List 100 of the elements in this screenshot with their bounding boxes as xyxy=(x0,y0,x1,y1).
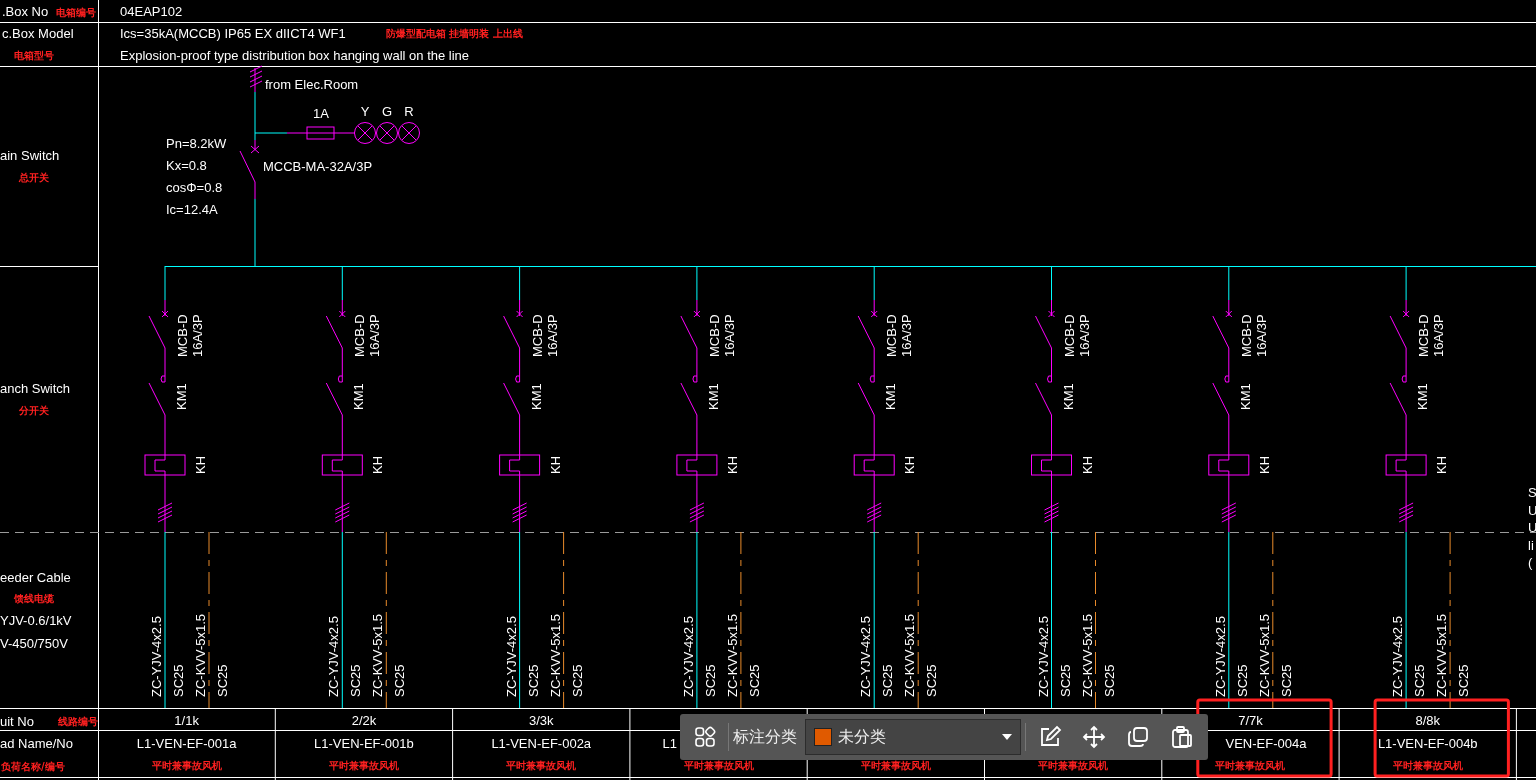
conduit-spec: SC25 xyxy=(525,664,541,697)
box-model-spec: Ics=35kA(MCCB) IP65 EX dIICT4 WF1 xyxy=(120,26,346,41)
load-name: 平时兼事故风机 xyxy=(1392,760,1463,771)
circuit-number: 7/7k xyxy=(1238,713,1263,728)
wire-line xyxy=(1228,265,1230,301)
wire-line xyxy=(1405,265,1407,301)
wire-line xyxy=(873,265,875,301)
breaker-rating: 16A/3P xyxy=(1253,314,1269,357)
cable-spec: ZC-KVV-5x1.5 xyxy=(902,613,918,697)
cable-spec: ZC-KVV-5x1.5 xyxy=(1256,613,1272,697)
cable-mark-symbol xyxy=(1221,474,1237,533)
cable-mark-symbol xyxy=(1398,474,1414,533)
relay-label: KH xyxy=(1079,455,1095,474)
load-number: L1-VEN-EF-004b xyxy=(1377,736,1478,751)
cable-spec: ZC-KVV-5x1.5 xyxy=(724,613,740,697)
note-text: U xyxy=(1528,502,1536,518)
contactor-label: KM1 xyxy=(174,383,189,410)
load-number: VEN-EF-004a xyxy=(1225,736,1307,751)
row-label: ad Name/No xyxy=(0,736,73,751)
cable-spec: ZC-YJV-4x2.5 xyxy=(1390,616,1406,697)
row-label: anch Switch xyxy=(0,381,71,396)
dropdown-value: 未分类 xyxy=(837,726,887,748)
row-label: uit No xyxy=(0,714,34,729)
conduit-spec: SC25 xyxy=(702,664,718,697)
breaker-type: MCB-D xyxy=(529,314,545,357)
load-name: 平时兼事故风机 xyxy=(1038,760,1109,771)
breaker-model: MCCB-MA-32A/3P xyxy=(263,159,373,174)
contactor-label: KM1 xyxy=(1237,383,1253,410)
contactor-label: KM1 xyxy=(528,383,544,410)
fuse-rating: 1A xyxy=(313,106,329,121)
conduit-spec: SC25 xyxy=(1456,664,1472,697)
relay-label: KH xyxy=(1434,455,1450,474)
contactor-label: KM1 xyxy=(883,383,899,410)
conduit-spec: SC25 xyxy=(215,664,230,697)
row-label: eeder Cable xyxy=(0,570,71,585)
cable-spec: ZC-YJV-4x2.5 xyxy=(680,616,696,697)
contactor-label: KM1 xyxy=(1415,383,1431,410)
breaker-type: MCB-D xyxy=(175,314,190,357)
parameter-text: Ic=12.4A xyxy=(166,202,218,217)
conduit-spec: SC25 xyxy=(171,664,186,697)
load-name: 平时兼事故风机 xyxy=(506,760,577,771)
box-model-description: Explosion-proof type distribution box hanging wall on the line xyxy=(120,48,470,63)
relay-label: KH xyxy=(724,455,740,474)
breaker-type: MCB-D xyxy=(706,314,722,357)
load-number: L1-VEN-EF-001a xyxy=(136,736,237,751)
conduit-spec: SC25 xyxy=(569,664,585,697)
conduit-spec: SC25 xyxy=(1101,664,1117,697)
source-label: from Elec.Room xyxy=(265,77,359,92)
conduit-spec: SC25 xyxy=(880,664,896,697)
cable-spec: ZC-YJV-4x2.5 xyxy=(326,616,342,697)
load-number: L1 xyxy=(662,736,677,751)
circuit-number: 8/8k xyxy=(1415,713,1441,728)
cable-spec: YJV-0.6/1kV xyxy=(0,613,72,628)
parameter-text: Kx=0.8 xyxy=(166,158,207,173)
breaker-rating: 16A/3P xyxy=(367,314,383,357)
circuit-number: 3/3k xyxy=(528,713,554,728)
cable-spec: ZC-YJV-4x2.5 xyxy=(1035,616,1051,697)
cable-mark-symbol xyxy=(1044,474,1059,533)
load-name: 平时兼事故风机 xyxy=(860,760,931,771)
conduit-spec: SC25 xyxy=(348,664,364,697)
row-label-chinese: 馈线电缆 xyxy=(14,593,54,604)
wire-line xyxy=(519,265,521,301)
load-number: L1-VEN-EF-002a xyxy=(491,736,592,751)
wire-line xyxy=(164,265,166,301)
breaker-rating: 16A/3P xyxy=(721,314,737,357)
note-text: ( xyxy=(1528,555,1533,570)
parameter-text: Pn=8.2kW xyxy=(166,136,227,151)
breaker-type: MCB-D xyxy=(352,314,368,357)
wire-line xyxy=(696,265,698,301)
cable-spec: ZC-KVV-5x1.5 xyxy=(1434,613,1450,697)
relay-label: KH xyxy=(547,455,563,474)
category-dropdown[interactable]: 未分类 xyxy=(804,719,1022,755)
conduit-spec: SC25 xyxy=(1278,664,1294,697)
row-label: ain Switch xyxy=(0,148,60,163)
breaker-type: MCB-D xyxy=(1061,314,1077,357)
load-name: 平时兼事故风机 xyxy=(1215,760,1286,771)
cable-mark-symbol xyxy=(157,474,173,533)
breaker-type: MCB-D xyxy=(1416,314,1432,357)
relay-label: KH xyxy=(193,455,208,474)
load-number: L1-VEN-EF-001b xyxy=(314,736,414,751)
cable-spec: ZC-YJV-4x2.5 xyxy=(149,616,164,697)
conduit-spec: SC25 xyxy=(1234,664,1250,697)
load-name: 平时兼事故风机 xyxy=(328,760,399,771)
breaker-rating: 16A/3P xyxy=(1431,314,1447,357)
row-label-chinese: 负荷名称/编号 xyxy=(1,761,65,772)
relay-label: KH xyxy=(902,455,918,474)
row-label-chinese: 线路编号 xyxy=(58,716,98,727)
relay-label: KH xyxy=(1256,455,1272,474)
lamp-label: R xyxy=(404,104,414,119)
cable-spec: ZC-YJV-4x2.5 xyxy=(503,616,519,697)
contactor-label: KM1 xyxy=(1060,383,1076,410)
load-name: 平时兼事故风机 xyxy=(683,760,754,771)
lamp-label: Y xyxy=(360,104,370,119)
cable-spec: ZC-YJV-4x2.5 xyxy=(1212,616,1228,697)
row-label: .Box No xyxy=(2,4,49,19)
cable-mark-symbol xyxy=(512,474,528,533)
thermal-relay-symbol xyxy=(853,454,895,476)
thermal-relay-symbol xyxy=(499,454,541,476)
row-label-chinese: 电箱型号 xyxy=(14,50,54,61)
cable-spec: V-450/750V xyxy=(0,636,68,651)
